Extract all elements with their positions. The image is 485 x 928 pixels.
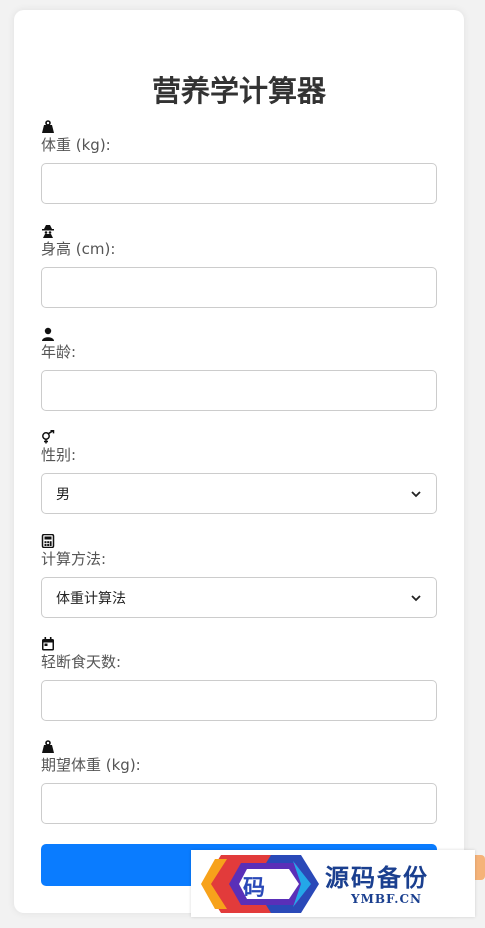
page-title: 营养学计算器 [151, 74, 326, 108]
age-input[interactable] [41, 370, 437, 411]
gender-select-value: 男 [56, 486, 70, 503]
watermark-name: 源码备份 [325, 863, 429, 892]
method-select[interactable]: 体重计算法 [41, 577, 437, 618]
weight-icon [42, 120, 54, 133]
gender-field-group: 性别: 男 [41, 430, 437, 514]
method-select-value: 体重计算法 [56, 590, 126, 607]
chevron-down-icon [411, 594, 421, 601]
venus-mars-icon [42, 430, 55, 444]
height-field-group: 身高 (cm): [41, 224, 437, 308]
method-field-group: 计算方法: 体重计算法 [41, 534, 437, 618]
weight-field-group: 体重 (kg): [41, 120, 437, 204]
target-weight-input[interactable] [41, 783, 437, 824]
user-secret-icon [42, 225, 54, 238]
weight-icon [42, 740, 54, 753]
height-label: 身高 (cm): [41, 240, 116, 258]
chevron-down-icon [411, 490, 421, 497]
target-weight-label: 期望体重 (kg): [41, 756, 141, 774]
watermark-logo: 码 源码备份 YMBF.CN [191, 850, 475, 917]
weight-input[interactable] [41, 163, 437, 204]
height-input[interactable] [41, 267, 437, 308]
fasting-days-input[interactable] [41, 680, 437, 721]
method-label: 计算方法: [41, 550, 107, 568]
age-label: 年龄: [41, 343, 77, 361]
orange-edge-decoration [475, 855, 485, 880]
calculator-card: 营养学计算器 体重 (kg): 身高 (cm): 年龄: 性别: 男 计算方法:… [14, 10, 464, 913]
gender-label: 性别: [41, 446, 77, 464]
user-icon [42, 327, 54, 341]
gender-select[interactable]: 男 [41, 473, 437, 514]
age-field-group: 年龄: [41, 327, 437, 411]
weight-label: 体重 (kg): [41, 136, 111, 154]
watermark-domain: YMBF.CN [351, 892, 423, 906]
watermark-logo-char: 码 [243, 875, 266, 901]
calendar-icon [42, 637, 54, 651]
target-weight-field-group: 期望体重 (kg): [41, 740, 437, 824]
fasting-days-field-group: 轻断食天数: [41, 637, 437, 721]
calculator-icon [41, 534, 55, 548]
fasting-days-label: 轻断食天数: [41, 653, 122, 671]
